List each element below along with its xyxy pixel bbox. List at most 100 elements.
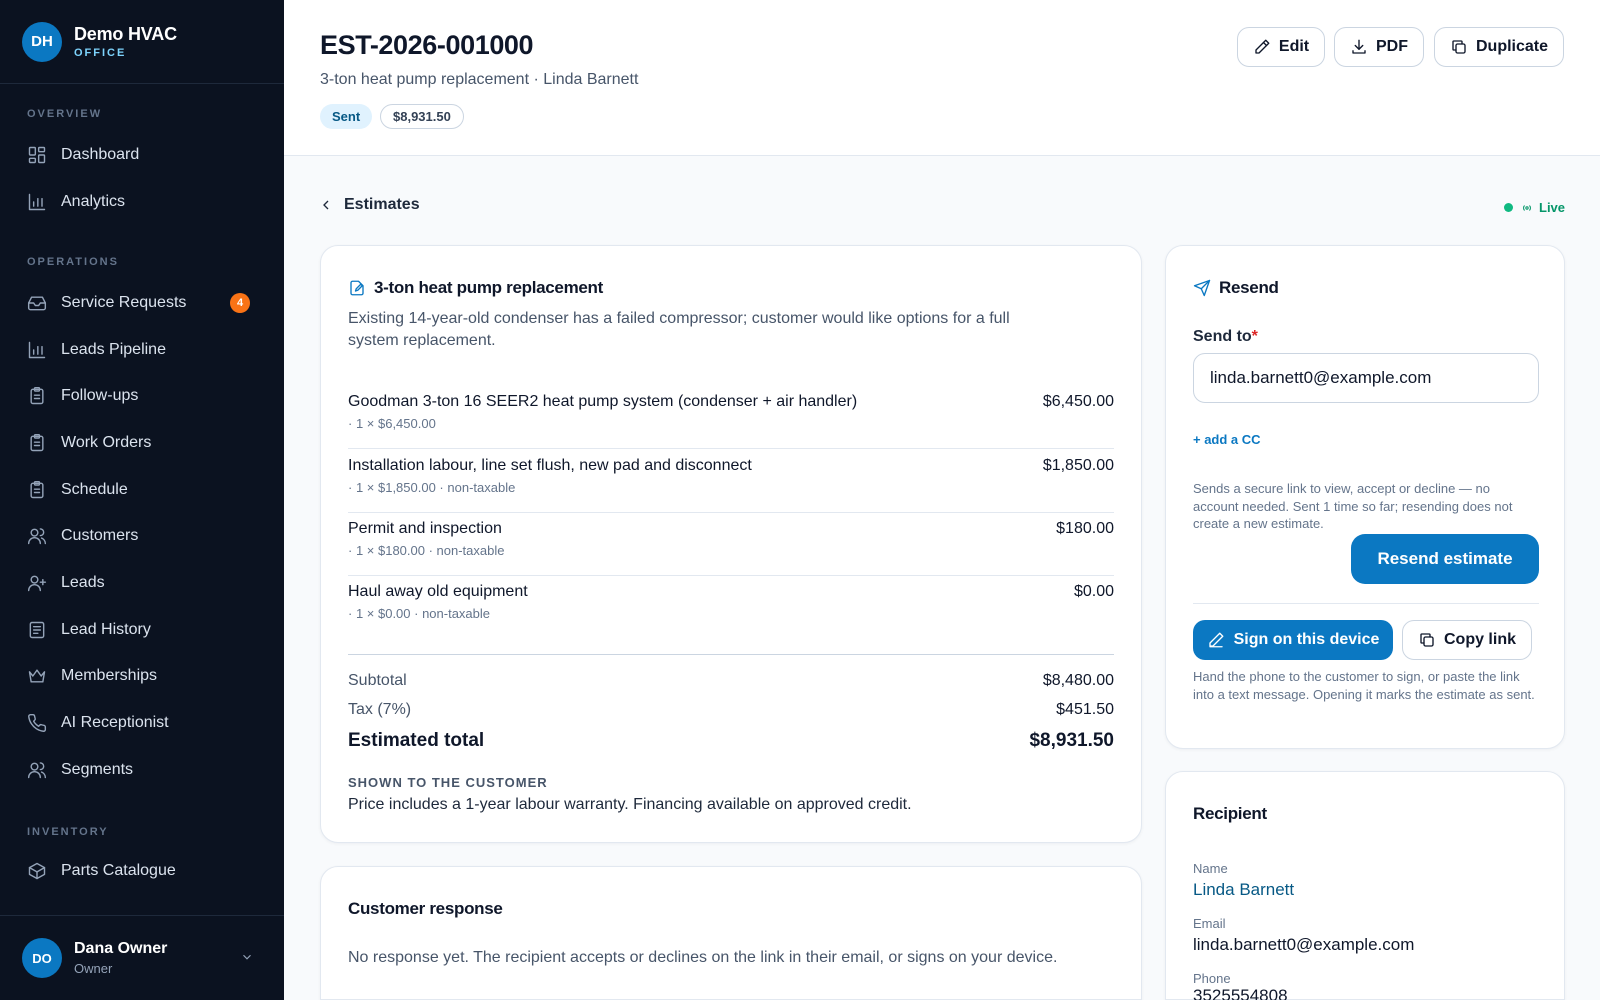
resend-card-title: Resend: [1193, 278, 1279, 298]
recipient-name-label: Name: [1193, 861, 1228, 876]
tax-row: Tax (7%) $451.50: [348, 701, 1114, 719]
sidebar-item-label: AI Receptionist: [61, 714, 169, 731]
customer-response-title: Customer response: [348, 899, 503, 918]
copy-icon: [1420, 633, 1434, 647]
edit-button[interactable]: Edit: [1237, 27, 1325, 67]
resend-estimate-button[interactable]: Resend estimate: [1351, 534, 1539, 584]
subtotal-label: Subtotal: [348, 672, 407, 689]
add-cc-link[interactable]: + add a CC: [1193, 432, 1261, 447]
sidebar-item-service-requests[interactable]: Service Requests 4: [14, 283, 270, 323]
line-item-name: Installation labour, line set flush, new…: [348, 457, 752, 474]
sidebar-item-label: Customers: [61, 527, 139, 544]
nav-section-inventory: INVENTORY: [27, 826, 109, 838]
sidebar-item-segments[interactable]: Segments: [14, 750, 270, 790]
chevron-left-icon: [323, 200, 329, 210]
sidebar-item-work-orders[interactable]: Work Orders: [14, 423, 270, 463]
line-item: Installation labour, line set flush, new…: [348, 451, 1114, 513]
resend-card: Resend Send to* + add a CC Sends a secur…: [1165, 245, 1565, 749]
resend-divider: [1193, 603, 1539, 604]
line-item-meta: · 1 × $6,450.00: [348, 416, 436, 431]
duplicate-button-label: Duplicate: [1475, 38, 1548, 55]
resend-title: Resend: [1219, 278, 1279, 297]
clipboard-icon: [30, 386, 44, 405]
sidebar-item-memberships[interactable]: Memberships: [14, 656, 270, 696]
nav-section-overview: OVERVIEW: [27, 108, 103, 120]
sidebar-item-label: Parts Catalogue: [61, 862, 176, 879]
sidebar-item-leads[interactable]: Leads: [14, 563, 270, 603]
box-icon: [28, 862, 46, 880]
total-label: Estimated total: [348, 730, 485, 751]
sidebar-item-analytics[interactable]: Analytics: [14, 182, 270, 222]
copy-link-label: Copy link: [1443, 631, 1516, 648]
user-name: Dana Owner: [74, 940, 168, 957]
sidebar-item-customers[interactable]: Customers: [14, 516, 270, 556]
duplicate-button[interactable]: Duplicate: [1434, 27, 1564, 67]
send-to-label: Send to*: [1193, 328, 1258, 346]
user-role: Owner: [74, 961, 113, 976]
line-item-amount: $6,450.00: [1042, 393, 1114, 410]
clipboard-icon: [30, 480, 44, 499]
bar-chart-icon: [28, 193, 46, 211]
recipient-name-link[interactable]: Linda Barnett: [1193, 880, 1294, 900]
status-badge: Sent: [320, 104, 373, 129]
sidebar-item-leads-pipeline[interactable]: Leads Pipeline: [14, 330, 270, 370]
back-label: Estimates: [344, 196, 420, 213]
download-icon: [1352, 39, 1366, 54]
sidebar-item-lead-history[interactable]: Lead History: [14, 610, 270, 650]
dashboard-icon: [28, 146, 46, 164]
sidebar-item-schedule[interactable]: Schedule: [14, 470, 270, 510]
total-value: $8,931.50: [1029, 730, 1114, 751]
sidebar-item-follow-ups[interactable]: Follow-ups: [14, 376, 270, 416]
inbox-icon: [27, 296, 47, 311]
crown-icon: [28, 669, 46, 683]
recipient-email-label: Email: [1193, 916, 1226, 931]
user-menu[interactable]: DO Dana Owner Owner: [0, 915, 284, 1000]
line-item: Goodman 3-ton 16 SEER2 heat pump system …: [348, 387, 1114, 449]
recipient-phone-label: Phone: [1193, 971, 1231, 986]
sidebar-item-parts-catalogue[interactable]: Parts Catalogue: [14, 851, 270, 891]
estimate-description: Existing 14-year-old condenser has a fai…: [348, 310, 1010, 349]
history-icon: [29, 621, 45, 639]
pen-icon: [1208, 632, 1224, 648]
avatar: DO: [22, 938, 62, 978]
pencil-icon: [1255, 39, 1270, 54]
amount-badge: $8,931.50: [380, 104, 464, 129]
totals-divider: [348, 654, 1114, 655]
line-item-amount: $180.00: [1056, 520, 1114, 537]
sidebar-item-label: Leads: [61, 574, 105, 591]
user-plus-icon: [27, 575, 47, 592]
brand-subtitle: OFFICE: [74, 47, 127, 59]
sidebar-item-ai-receptionist[interactable]: AI Receptionist: [14, 703, 270, 743]
sidebar-item-dashboard[interactable]: Dashboard: [14, 135, 270, 175]
tax-value: $451.50: [1056, 701, 1114, 718]
sidebar-item-label: Segments: [61, 761, 134, 778]
line-item-amount: $1,850.00: [1042, 457, 1114, 474]
line-item-meta: · 1 × $180.00 · non-taxable: [348, 543, 505, 558]
estimate-card-title: 3-ton heat pump replacement: [348, 278, 603, 298]
sidebar-item-label: Memberships: [61, 667, 158, 684]
pdf-button[interactable]: PDF: [1334, 27, 1424, 67]
brand[interactable]: DH Demo HVAC OFFICE: [0, 0, 284, 84]
recipient-email: linda.barnett0@example.com: [1193, 935, 1415, 954]
sign-button-label: Sign on this device: [1233, 631, 1380, 648]
sidebar-item-label: Leads Pipeline: [61, 341, 166, 358]
back-to-estimates-link[interactable]: Estimates: [318, 196, 420, 214]
pdf-button-label: PDF: [1376, 38, 1408, 55]
sidebar-item-label: Service Requests: [61, 294, 187, 311]
sidebar-item-label: Follow-ups: [61, 387, 139, 404]
shown-to-customer-label: SHOWN TO THE CUSTOMER: [348, 775, 548, 790]
live-indicator: Live: [1504, 200, 1565, 215]
line-item-name: Goodman 3-ton 16 SEER2 heat pump system …: [348, 393, 858, 410]
sidebar-item-label: Schedule: [61, 481, 128, 498]
recipient-card: Recipient Name Linda Barnett Email linda…: [1165, 771, 1565, 1000]
estimate-card: 3-ton heat pump replacement Existing 14-…: [320, 245, 1142, 843]
recipient-title: Recipient: [1193, 804, 1267, 823]
live-dot: [1504, 203, 1513, 212]
nav-section-operations: OPERATIONS: [27, 256, 119, 268]
page-subtitle: 3-ton heat pump replacement · Linda Barn…: [320, 71, 639, 88]
sign-on-device-button[interactable]: Sign on this device: [1193, 620, 1393, 660]
required-mark: *: [1251, 328, 1258, 345]
send-to-email-input[interactable]: [1193, 353, 1539, 403]
line-item-name: Haul away old equipment: [348, 583, 528, 600]
copy-link-button[interactable]: Copy link: [1402, 620, 1532, 660]
